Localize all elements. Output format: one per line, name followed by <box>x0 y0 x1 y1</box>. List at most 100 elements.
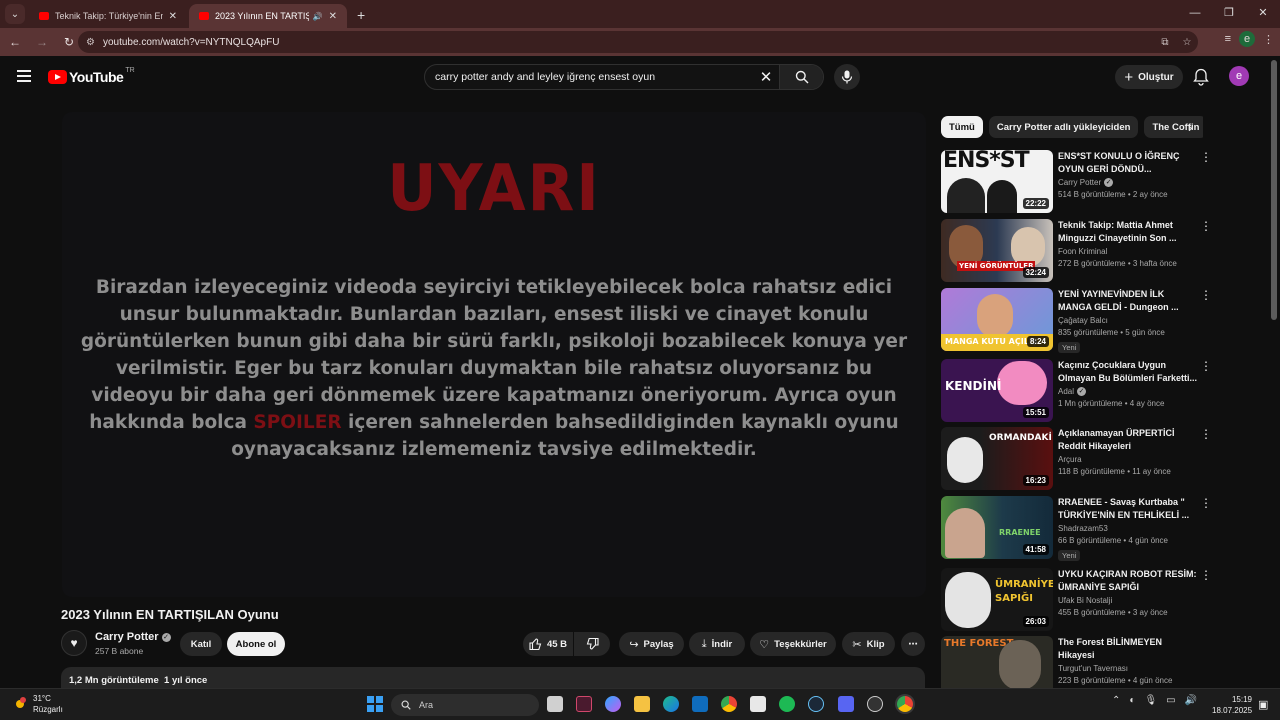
more-vertical-icon[interactable]: ⋮ <box>1200 360 1212 372</box>
browser-tab-1[interactable]: Teknik Takip: Türkiye'nin En Zeki ✕ <box>29 4 187 28</box>
join-button[interactable]: Katıl <box>180 632 222 656</box>
chip-from-uploader[interactable]: Carry Potter adlı yükleyiciden <box>988 116 1139 138</box>
video-thumbnail[interactable]: THE FOREST <box>941 636 1053 688</box>
recommendation-channel[interactable]: Turgut'un Tavernası <box>1058 664 1198 673</box>
video-thumbnail[interactable]: ÜMRANİYE SAPIĞI 26:03 <box>941 568 1053 631</box>
network-icon[interactable]: ▭ <box>1166 695 1175 706</box>
recommendation-item[interactable]: MANGA KUTU AÇILIŞ 8:24 YENİ YAYINEVİNDEN… <box>941 288 1221 353</box>
recommendation-title[interactable]: RRAENEE - Savaş Kurtbaba " TÜRKİYE'NİN E… <box>1058 496 1198 521</box>
browser-tab-2[interactable]: 2023 Yılının EN TARTIŞILAN 🔊 ✕ <box>189 4 347 28</box>
bookmark-star-icon[interactable]: ☆ <box>1176 37 1198 48</box>
video-thumbnail[interactable]: MANGA KUTU AÇILIŞ 8:24 <box>941 288 1053 351</box>
install-app-icon[interactable]: ⧉ <box>1154 37 1176 48</box>
more-vertical-icon[interactable]: ⋮ <box>1200 220 1212 232</box>
voice-search-button[interactable] <box>834 64 860 90</box>
recommendation-title[interactable]: UYKU KAÇIRAN ROBOT RESİM: ÜMRANİYE SAPIĞ… <box>1058 568 1198 593</box>
subscribe-button[interactable]: Abone ol <box>227 632 285 656</box>
recommendation-title[interactable]: ENS*ST KONULU O İĞRENÇ OYUN GERİ DÖNDÜ..… <box>1058 150 1198 175</box>
clear-search-icon[interactable]: ✕ <box>753 68 779 86</box>
account-avatar[interactable]: e <box>1229 66 1249 86</box>
chip-all[interactable]: Tümü <box>941 116 983 138</box>
tab-close-icon[interactable]: ✕ <box>329 11 337 22</box>
search-button[interactable] <box>779 65 823 89</box>
create-button[interactable]: + Oluştur <box>1115 65 1183 89</box>
video-player[interactable]: UYARI Birazdan izleyeceginiz videoda sey… <box>62 112 926 597</box>
minimize-icon[interactable]: — <box>1178 0 1212 28</box>
app-icon[interactable] <box>838 696 854 712</box>
task-view-icon[interactable] <box>547 696 563 712</box>
tray-expand-icon[interactable]: ⌃ <box>1112 695 1120 706</box>
recommendation-item[interactable]: YENİ GÖRÜNTÜLER 32:24 Teknik Takip: Matt… <box>941 219 1221 283</box>
mic-tray-icon[interactable]: 🎙 <box>1144 695 1157 706</box>
video-thumbnail[interactable]: ENS*ST 22:22 <box>941 150 1053 213</box>
chip-the-coffin[interactable]: The Coffin <box>1144 116 1203 138</box>
site-info-icon[interactable]: ⚙ <box>86 37 95 48</box>
recommendation-channel[interactable]: Adal ✓ <box>1058 387 1198 396</box>
reading-list-icon[interactable]: ≡ <box>1225 33 1231 45</box>
recommendation-channel[interactable]: Çağatay Balcı <box>1058 316 1198 325</box>
guide-menu-icon[interactable] <box>17 70 31 85</box>
restore-icon[interactable]: ❐ <box>1212 0 1246 28</box>
video-thumbnail[interactable]: KENDİNİ 15:51 <box>941 359 1053 422</box>
more-vertical-icon[interactable]: ⋮ <box>1200 569 1212 581</box>
more-vertical-icon[interactable]: ⋮ <box>1200 151 1212 163</box>
recommendation-item[interactable]: THE FOREST The Forest BİLİNMEYEN Hikayes… <box>941 636 1221 688</box>
forward-icon[interactable]: → <box>30 35 54 49</box>
recommendation-channel[interactable]: Foon Kriminal <box>1058 247 1198 256</box>
spotify-icon[interactable] <box>779 696 795 712</box>
clip-button[interactable]: ✂ Klip <box>842 632 895 656</box>
start-windows-icon[interactable] <box>367 696 383 712</box>
thanks-button[interactable]: ♡ Teşekkürler <box>750 632 836 656</box>
more-vertical-icon[interactable]: ⋮ <box>1200 289 1212 301</box>
tab-close-icon[interactable]: ✕ <box>169 11 177 22</box>
steam-icon[interactable] <box>808 696 824 712</box>
tab-search-icon[interactable]: ⌄ <box>5 4 25 24</box>
more-vertical-icon[interactable]: ⋮ <box>1200 497 1212 509</box>
recommendation-title[interactable]: Açıklanamayan ÜRPERTİCİ Reddit Hikayeler… <box>1058 427 1198 452</box>
browser-profile-avatar[interactable]: e <box>1239 31 1255 47</box>
video-thumbnail[interactable]: ORMANDAKİ 16:23 <box>941 427 1053 490</box>
recommendation-item[interactable]: RRAENEE 41:58 RRAENEE - Savaş Kurtbaba "… <box>941 496 1221 561</box>
search-input[interactable]: carry potter andy and leyley iğrenç ense… <box>425 71 753 83</box>
channel-name[interactable]: Carry Potter ✓ <box>95 631 171 643</box>
edge-icon[interactable] <box>663 696 679 712</box>
recommendation-item[interactable]: ÜMRANİYE SAPIĞI 26:03 UYKU KAÇIRAN ROBOT… <box>941 568 1221 632</box>
recommendation-channel[interactable]: Carry Potter ✓ <box>1058 178 1198 187</box>
volume-icon[interactable]: 🔊 <box>1185 695 1197 706</box>
more-vertical-icon[interactable]: ⋮ <box>1200 428 1212 440</box>
app-icon[interactable] <box>576 696 592 712</box>
speaker-icon[interactable]: 🔊 <box>313 12 323 21</box>
more-actions-button[interactable]: ⋯ <box>901 632 925 656</box>
recommendation-channel[interactable]: Ufak Bi Nostalji <box>1058 596 1198 605</box>
weather-widget[interactable]: 31°C Rüzgarlı <box>12 693 63 715</box>
notifications-bell-icon[interactable] <box>1193 68 1209 86</box>
recommendation-title[interactable]: The Forest BİLİNMEYEN Hikayesi <box>1058 636 1198 661</box>
tray-app-icon[interactable]: ◐ <box>1129 695 1135 706</box>
back-icon[interactable]: ← <box>3 35 27 49</box>
taskbar-clock[interactable]: 15:19 18.07.2025 <box>1212 694 1252 716</box>
recommendation-channel[interactable]: Shadrazam53 <box>1058 524 1198 533</box>
download-button[interactable]: ⤓ İndir <box>689 632 745 656</box>
youtube-logo[interactable]: YouTube TR <box>48 67 135 85</box>
recommendation-title[interactable]: Teknik Takip: Mattia Ahmet Minguzzi Cina… <box>1058 219 1198 244</box>
store-icon[interactable] <box>750 696 766 712</box>
chrome-icon[interactable] <box>721 696 737 712</box>
taskbar-search[interactable]: Ara <box>391 694 539 716</box>
chips-next-chevron-icon[interactable]: › <box>1188 120 1192 135</box>
recommendation-item[interactable]: ENS*ST 22:22 ENS*ST KONULU O İĞRENÇ OYUN… <box>941 150 1221 214</box>
share-button[interactable]: ↪ Paylaş <box>619 632 684 656</box>
outlook-icon[interactable] <box>692 696 708 712</box>
recommendation-title[interactable]: YENİ YAYINEVİNDEN İLK MANGA GELDİ - Dung… <box>1058 288 1198 313</box>
notification-center-icon[interactable]: ▣ <box>1258 698 1268 711</box>
address-bar[interactable]: ⚙ youtube.com/watch?v=NYTNQLQApFU ⧉ ☆ <box>78 31 1198 53</box>
dislike-button[interactable] <box>574 632 610 656</box>
copilot-icon[interactable] <box>605 696 621 712</box>
video-thumbnail[interactable]: RRAENEE 41:58 <box>941 496 1053 559</box>
recommendation-item[interactable]: KENDİNİ 15:51 Kaçınız Çocuklara Uygun Ol… <box>941 359 1221 423</box>
file-explorer-icon[interactable] <box>634 696 650 712</box>
recommendation-item[interactable]: ORMANDAKİ 16:23 Açıklanamayan ÜRPERTİCİ … <box>941 427 1221 491</box>
app-icon[interactable] <box>867 696 883 712</box>
video-thumbnail[interactable]: YENİ GÖRÜNTÜLER 32:24 <box>941 219 1053 282</box>
close-window-icon[interactable]: ✕ <box>1246 0 1280 28</box>
page-scrollbar[interactable] <box>1271 60 1277 320</box>
